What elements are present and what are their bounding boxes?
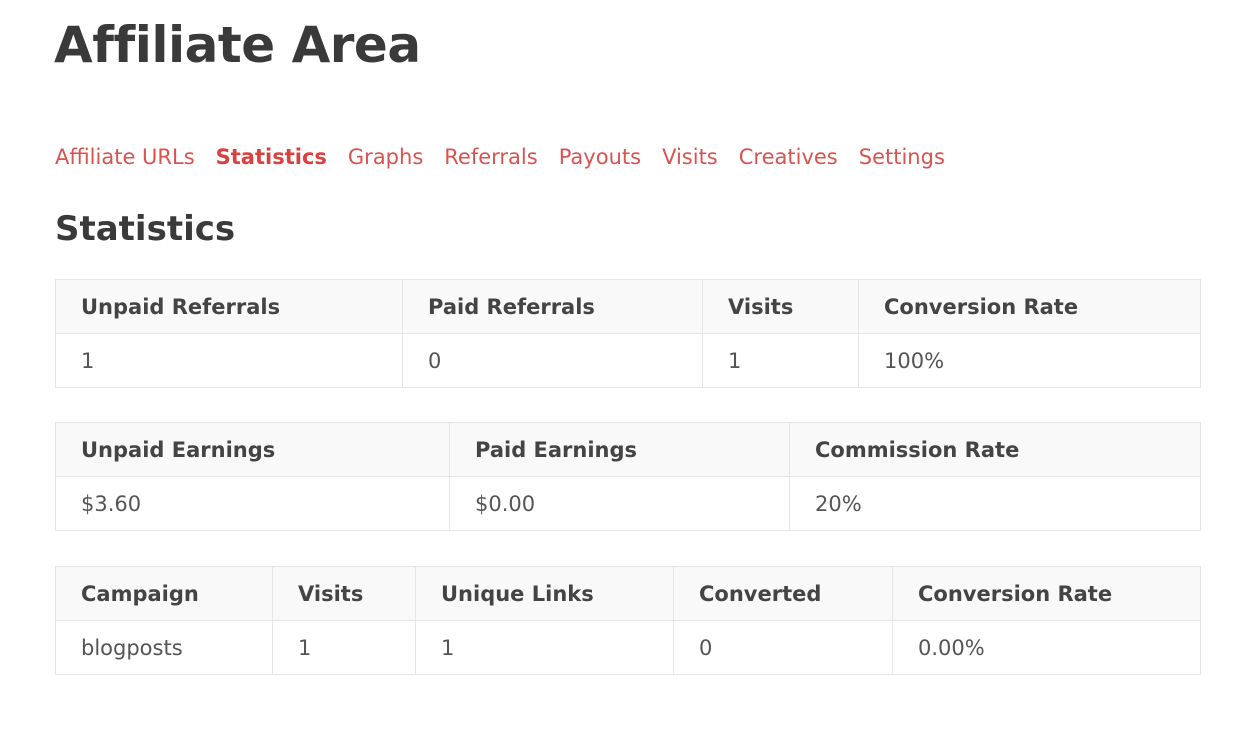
campaign-stats-table: Campaign Visits Unique Links Converted C… — [55, 566, 1201, 675]
affiliate-tabs: Affiliate URLs Statistics Graphs Referra… — [55, 145, 966, 169]
campaign-unique-links: 1 — [415, 620, 674, 675]
column-header: Visits — [702, 279, 859, 334]
visits-value: 1 — [702, 333, 859, 388]
paid-referrals-value: 0 — [402, 333, 703, 388]
tab-referrals[interactable]: Referrals — [444, 145, 537, 169]
column-header: Conversion Rate — [858, 279, 1201, 334]
column-header: Paid Referrals — [402, 279, 703, 334]
referral-stats-table: Unpaid Referrals Paid Referrals Visits C… — [55, 279, 1201, 388]
tab-creatives[interactable]: Creatives — [739, 145, 838, 169]
tab-affiliate-urls[interactable]: Affiliate URLs — [55, 145, 195, 169]
unpaid-referrals-value: 1 — [55, 333, 403, 388]
tab-visits[interactable]: Visits — [662, 145, 718, 169]
unpaid-earnings-value: $3.60 — [55, 476, 450, 531]
tab-settings[interactable]: Settings — [859, 145, 945, 169]
campaign-conversion-rate: 0.00% — [892, 620, 1201, 675]
tab-payouts[interactable]: Payouts — [559, 145, 641, 169]
page-title: Affiliate Area — [54, 16, 421, 74]
campaign-converted: 0 — [673, 620, 893, 675]
column-header: Unique Links — [415, 566, 674, 621]
column-header: Unpaid Earnings — [55, 422, 450, 477]
conversion-rate-value: 100% — [858, 333, 1201, 388]
column-header: Paid Earnings — [449, 422, 790, 477]
section-title: Statistics — [55, 209, 236, 249]
table-header-row: Unpaid Referrals Paid Referrals Visits C… — [55, 279, 1201, 334]
tab-graphs[interactable]: Graphs — [348, 145, 423, 169]
column-header: Conversion Rate — [892, 566, 1201, 621]
table-row: 1 0 1 100% — [55, 333, 1201, 388]
commission-rate-value: 20% — [789, 476, 1201, 531]
column-header: Visits — [272, 566, 416, 621]
column-header: Campaign — [55, 566, 273, 621]
table-header-row: Campaign Visits Unique Links Converted C… — [55, 566, 1201, 621]
column-header: Unpaid Referrals — [55, 279, 403, 334]
table-header-row: Unpaid Earnings Paid Earnings Commission… — [55, 422, 1201, 477]
table-row: $3.60 $0.00 20% — [55, 476, 1201, 531]
earnings-stats-table: Unpaid Earnings Paid Earnings Commission… — [55, 422, 1201, 531]
tab-statistics[interactable]: Statistics — [216, 145, 327, 169]
campaign-name: blogposts — [55, 620, 273, 675]
column-header: Commission Rate — [789, 422, 1201, 477]
table-row: blogposts 1 1 0 0.00% — [55, 620, 1201, 675]
paid-earnings-value: $0.00 — [449, 476, 790, 531]
campaign-visits: 1 — [272, 620, 416, 675]
column-header: Converted — [673, 566, 893, 621]
